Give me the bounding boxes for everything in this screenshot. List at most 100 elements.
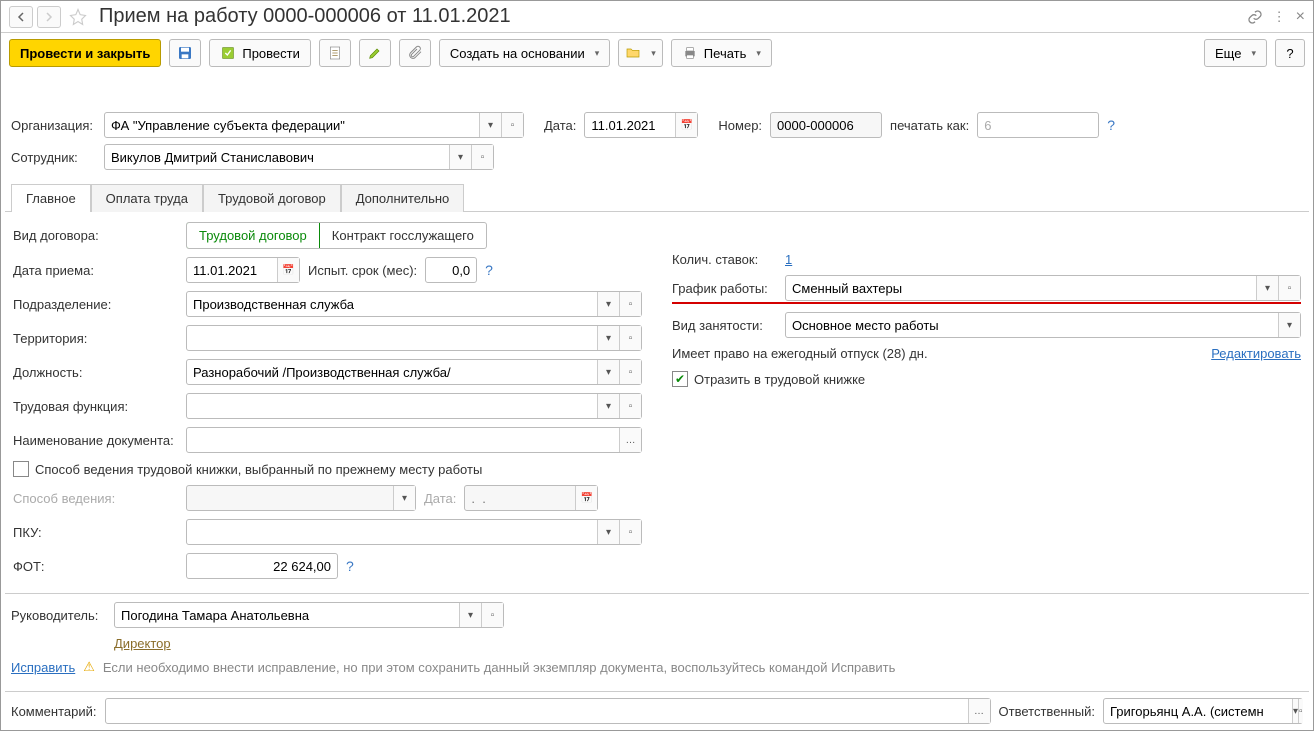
chevron-down-icon[interactable]: ▾	[1256, 276, 1278, 300]
chevron-down-icon[interactable]: ▾	[597, 360, 619, 384]
contract-type-employment[interactable]: Трудовой договор	[186, 222, 320, 249]
date-label: Дата:	[544, 118, 576, 133]
tab-bar: Главное Оплата труда Трудовой договор До…	[5, 183, 1309, 212]
open-icon[interactable]: ▫	[481, 603, 503, 627]
nav-back-button[interactable]	[9, 6, 33, 28]
rates-label: Колич. ставок:	[672, 252, 777, 267]
open-icon[interactable]: ▫	[471, 145, 493, 169]
open-icon[interactable]: ▫	[501, 113, 523, 137]
employee-label: Сотрудник:	[11, 150, 96, 165]
open-icon[interactable]: ▫	[619, 292, 641, 316]
rates-link[interactable]: 1	[785, 252, 792, 267]
territory-field[interactable]: ▾ ▫	[186, 325, 642, 351]
open-icon[interactable]: ▫	[1278, 276, 1300, 300]
department-label: Подразделение:	[13, 297, 178, 312]
doc-name-label: Наименование документа:	[13, 433, 178, 448]
fot-label: ФОТ:	[13, 559, 178, 574]
ellipsis-icon[interactable]: …	[968, 699, 990, 723]
document-icon-button[interactable]	[319, 39, 351, 67]
ellipsis-icon[interactable]: …	[619, 428, 641, 452]
pku-field[interactable]: ▾ ▫	[186, 519, 642, 545]
chevron-down-icon: ▾	[393, 486, 415, 510]
calendar-icon[interactable]: 📅	[675, 113, 697, 137]
manager-position-link[interactable]: Директор	[114, 636, 171, 651]
open-icon[interactable]: ▫	[619, 520, 641, 544]
open-icon[interactable]: ▫	[619, 326, 641, 350]
pku-label: ПКУ:	[13, 525, 178, 540]
organization-field[interactable]: ▾ ▫	[104, 112, 524, 138]
calendar-icon[interactable]: 📅	[277, 258, 299, 282]
prev-workbook-checkbox[interactable]	[13, 461, 29, 477]
post-and-close-button[interactable]: Провести и закрыть	[9, 39, 161, 67]
help-icon[interactable]: ?	[346, 558, 354, 574]
reflect-workbook-checkbox[interactable]: ✔	[672, 371, 688, 387]
chevron-down-icon[interactable]: ▾	[597, 520, 619, 544]
edit-vacation-link[interactable]: Редактировать	[1211, 346, 1301, 361]
fot-field[interactable]	[186, 553, 338, 579]
doc-name-field[interactable]: …	[186, 427, 642, 453]
chevron-down-icon[interactable]: ▾	[597, 394, 619, 418]
calendar-icon: 📅	[575, 486, 597, 510]
schedule-field[interactable]: ▾ ▫	[785, 275, 1301, 301]
post-button[interactable]: Провести	[209, 39, 311, 67]
create-based-on-button[interactable]: Создать на основании	[439, 39, 610, 67]
tab-contract[interactable]: Трудовой договор	[203, 184, 341, 212]
method-date-field: 📅	[464, 485, 598, 511]
open-icon[interactable]: ▫	[619, 360, 641, 384]
open-icon[interactable]: ▫	[619, 394, 641, 418]
save-button[interactable]	[169, 39, 201, 67]
contract-type-toggle[interactable]: Трудовой договор Контракт госслужащего	[186, 222, 487, 249]
tab-additional[interactable]: Дополнительно	[341, 184, 465, 212]
folder-dropdown-button[interactable]	[618, 39, 663, 67]
close-icon[interactable]: ×	[1296, 8, 1305, 26]
position-field[interactable]: ▾ ▫	[186, 359, 642, 385]
help-button[interactable]: ?	[1275, 39, 1305, 67]
trial-label: Испыт. срок (мес):	[308, 263, 417, 278]
toolbar: Провести и закрыть Провести Создать на о…	[1, 33, 1313, 73]
help-icon[interactable]: ?	[1107, 117, 1115, 133]
chevron-down-icon[interactable]: ▾	[597, 292, 619, 316]
kebab-menu-icon[interactable]: ⋮	[1273, 9, 1286, 25]
chevron-down-icon[interactable]: ▾	[449, 145, 471, 169]
tab-payment[interactable]: Оплата труда	[91, 184, 203, 212]
employee-field[interactable]: ▾ ▫	[104, 144, 494, 170]
attach-icon-button[interactable]	[399, 39, 431, 67]
chevron-down-icon[interactable]: ▾	[597, 326, 619, 350]
date-field[interactable]: 📅	[584, 112, 698, 138]
schedule-label: График работы:	[672, 281, 777, 296]
territory-label: Территория:	[13, 331, 178, 346]
print-as-field[interactable]	[977, 112, 1099, 138]
nav-forward-button[interactable]	[37, 6, 61, 28]
prev-workbook-label: Способ ведения трудовой книжки, выбранны…	[35, 462, 482, 477]
print-button[interactable]: Печать	[671, 39, 772, 67]
correction-link[interactable]: Исправить	[11, 660, 75, 675]
link-icon[interactable]	[1247, 9, 1263, 25]
responsible-field[interactable]: ▾ ▫	[1103, 698, 1303, 724]
comment-field[interactable]: …	[105, 698, 991, 724]
method-field: ▾	[186, 485, 416, 511]
vacation-label: Имеет право на ежегодный отпуск (28) дн.	[672, 346, 1203, 361]
tab-main[interactable]: Главное	[11, 184, 91, 212]
employment-type-field[interactable]: ▾	[785, 312, 1301, 338]
start-date-label: Дата приема:	[13, 263, 178, 278]
contract-type-label: Вид договора:	[13, 228, 178, 243]
labor-function-field[interactable]: ▾ ▫	[186, 393, 642, 419]
help-icon[interactable]: ?	[485, 262, 493, 278]
edit-icon-button[interactable]	[359, 39, 391, 67]
department-field[interactable]: ▾ ▫	[186, 291, 642, 317]
number-field	[770, 112, 882, 138]
manager-field[interactable]: ▾ ▫	[114, 602, 504, 628]
favorite-star-icon[interactable]	[69, 8, 87, 26]
trial-field[interactable]	[425, 257, 477, 283]
start-date-field[interactable]: 📅	[186, 257, 300, 283]
chevron-down-icon[interactable]: ▾	[459, 603, 481, 627]
more-button[interactable]: Еще	[1204, 39, 1267, 67]
chevron-down-icon[interactable]: ▾	[1278, 313, 1300, 337]
reflect-workbook-label: Отразить в трудовой книжке	[694, 372, 865, 387]
labor-function-label: Трудовая функция:	[13, 399, 178, 414]
manager-label: Руководитель:	[11, 608, 106, 623]
position-label: Должность:	[13, 365, 178, 380]
chevron-down-icon[interactable]: ▾	[479, 113, 501, 137]
open-icon[interactable]: ▫	[1298, 699, 1303, 723]
contract-type-gov[interactable]: Контракт госслужащего	[319, 223, 486, 248]
